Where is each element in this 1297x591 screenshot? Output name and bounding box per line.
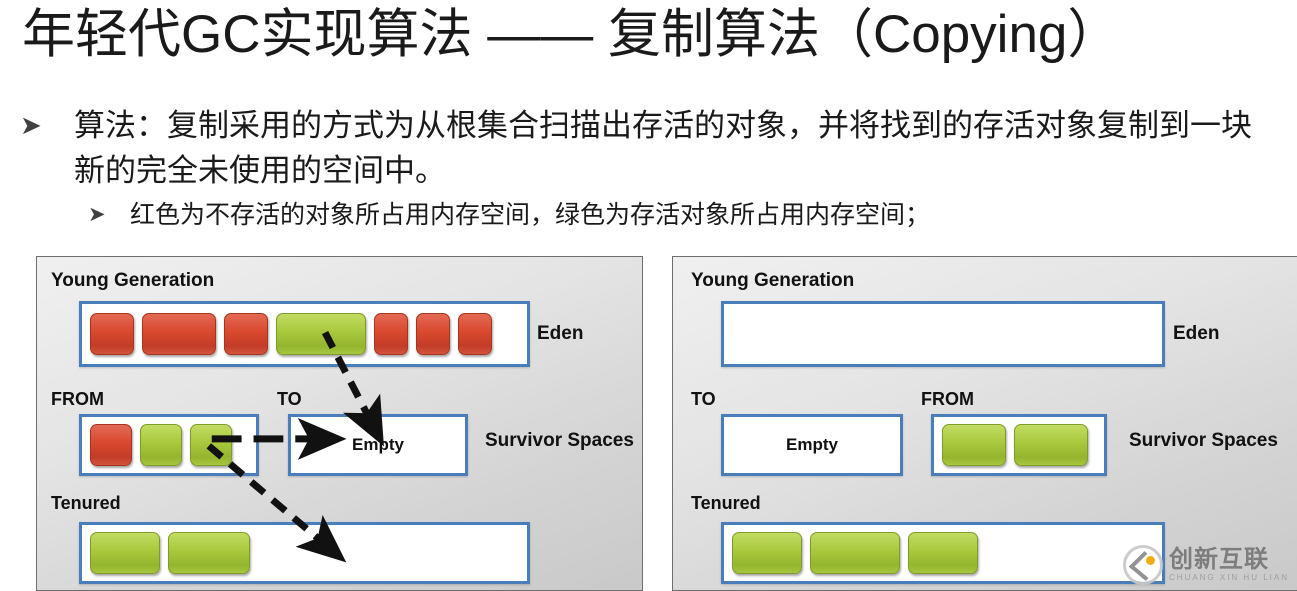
label-survivor-spaces-after: Survivor Spaces	[1129, 430, 1278, 451]
bullet-arrow-icon: ➤	[20, 110, 42, 140]
from-blocks-after	[942, 424, 1088, 466]
dead-object-block	[90, 424, 132, 466]
diagram-panel-after: Young Generation Eden TO FROM Empty Surv…	[672, 256, 1297, 591]
label-tenured-after: Tenured	[691, 493, 761, 513]
label-from-before: FROM	[51, 389, 104, 409]
live-object-block	[276, 313, 366, 355]
watermark-cn: 创新互联	[1168, 546, 1269, 573]
bullet-item-secondary: ➤ 红色为不存活的对象所占用内存空间，绿色为存活对象所占用内存空间；	[0, 196, 1297, 234]
live-object-block	[1014, 424, 1088, 466]
label-survivor-spaces-before: Survivor Spaces	[485, 430, 634, 451]
tenured-blocks-before	[90, 532, 250, 574]
label-to-after: TO	[691, 389, 716, 409]
tenured-blocks-after	[732, 532, 978, 574]
label-eden-before: Eden	[537, 323, 584, 344]
dead-object-block	[142, 313, 216, 355]
region-survivor-from-after	[931, 414, 1107, 476]
live-object-block	[90, 532, 160, 574]
region-survivor-from-before	[79, 414, 259, 476]
region-tenured-before	[79, 522, 530, 584]
region-eden-before	[79, 301, 530, 367]
dead-object-block	[90, 313, 134, 355]
watermark-text: 创新互联 CHUANG XIN HU LIAN	[1169, 548, 1289, 582]
bullet-text-primary: 算法：复制采用的方式为从根集合扫描出存活的对象，并将找到的存活对象复制到一块新的…	[74, 108, 1252, 188]
dead-object-block	[458, 313, 492, 355]
eden-blocks-before	[90, 313, 492, 355]
bullet-arrow-icon: ➤	[88, 203, 106, 226]
live-object-block	[168, 532, 250, 574]
live-object-block	[810, 532, 900, 574]
dead-object-block	[374, 313, 408, 355]
region-eden-after	[721, 301, 1165, 367]
live-object-block	[190, 424, 232, 466]
region-tenured-after	[721, 522, 1165, 584]
empty-label-to-after: Empty	[786, 435, 838, 454]
page-title: 年轻代GC实现算法 —— 复制算法（Copying）	[22, 5, 1121, 64]
live-object-block	[140, 424, 182, 466]
watermark-en: CHUANG XIN HU LIAN	[1168, 573, 1289, 582]
region-survivor-to-after: Empty	[721, 414, 903, 476]
live-object-block	[732, 532, 802, 574]
watermark: 创新互联 CHUANG XIN HU LIAN	[1122, 545, 1289, 585]
diagram-panel-before: Young Generation Eden FROM TO Empty Surv…	[36, 256, 643, 591]
region-survivor-to-before: Empty	[288, 414, 468, 476]
dead-object-block	[416, 313, 450, 355]
bullet-text-secondary: 红色为不存活的对象所占用内存空间，绿色为存活对象所占用内存空间；	[130, 201, 931, 229]
label-young-generation: Young Generation	[51, 270, 215, 291]
bullet-item-primary: ➤ 算法：复制采用的方式为从根集合扫描出存活的对象，并将找到的存活对象复制到一块…	[0, 103, 1274, 193]
bullet-list: ➤ 算法：复制采用的方式为从根集合扫描出存活的对象，并将找到的存活对象复制到一块…	[0, 103, 1297, 234]
label-eden-after: Eden	[1173, 323, 1220, 344]
label-young-generation: Young Generation	[691, 270, 855, 291]
label-tenured-before: Tenured	[51, 493, 121, 513]
gc-diagram: Young Generation Eden FROM TO Empty Surv…	[0, 256, 1297, 591]
label-to-before: TO	[277, 389, 302, 409]
watermark-dot-icon	[1145, 556, 1155, 565]
from-blocks-before	[90, 424, 232, 466]
label-from-after: FROM	[921, 389, 974, 409]
watermark-logo-icon	[1122, 545, 1163, 585]
live-object-block	[908, 532, 978, 574]
live-object-block	[942, 424, 1006, 466]
empty-label-to-before: Empty	[352, 435, 404, 454]
dead-object-block	[224, 313, 268, 355]
